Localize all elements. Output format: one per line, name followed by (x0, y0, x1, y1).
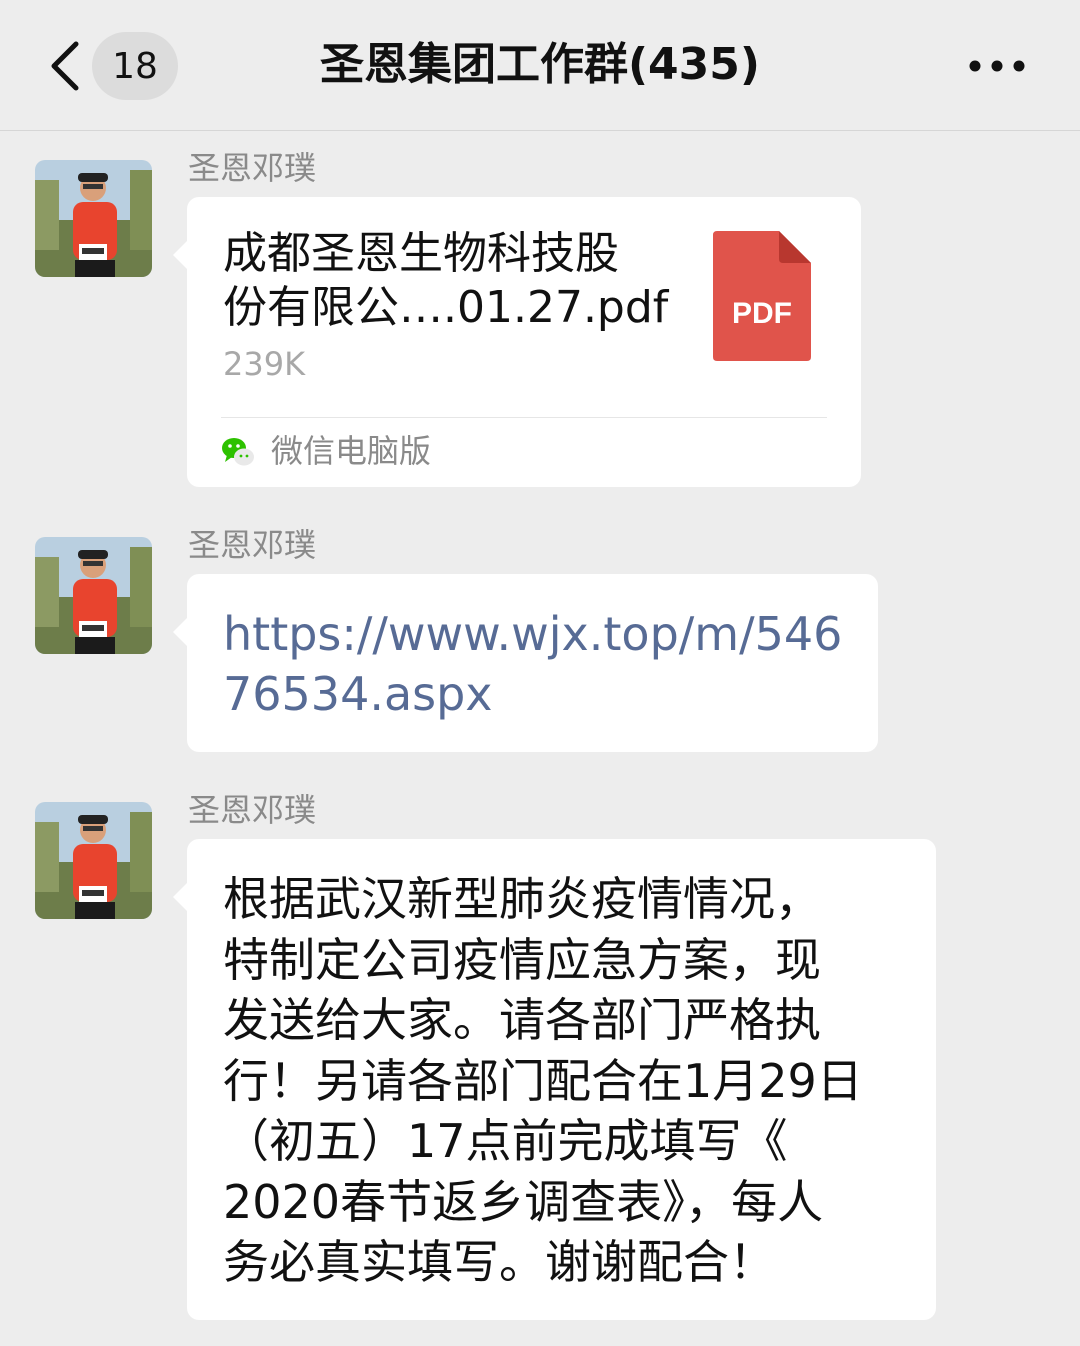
message-line: 行！另请各部门配合在1月29日 (223, 1053, 863, 1108)
file-name-line: 成都圣恩生物科技股 (223, 228, 619, 279)
message-line: 根据武汉新型肺炎疫情情况， (223, 872, 821, 926)
pdf-icon: PDF (713, 231, 811, 361)
text-message-bubble[interactable]: 根据武汉新型肺炎疫情情况， 特制定公司疫情应急方案，现 发送给大家。请各部门严格… (173, 839, 936, 1320)
sender-name: 圣恩邓璞 (188, 149, 317, 187)
file-size: 239K (223, 345, 306, 383)
wechat-icon (221, 435, 255, 469)
message-link[interactable]: https://www.wjx.top/m/54676534.aspx (223, 604, 848, 724)
file-name-line: 份有限公….01.27.pdf (223, 282, 669, 333)
ellipsis-icon (969, 60, 1025, 72)
sender-name: 圣恩邓璞 (188, 526, 317, 564)
divider (221, 417, 827, 418)
chevron-left-icon (51, 41, 79, 91)
avatar-runner-image (35, 537, 152, 654)
avatar-runner-image (35, 160, 152, 277)
sender-name: 圣恩邓璞 (188, 791, 317, 829)
message-line: 2020春节返乡调查表》，每人 (223, 1174, 824, 1229)
back-button[interactable] (40, 36, 90, 96)
avatar[interactable] (35, 802, 152, 919)
message-line: 务必真实填写。谢谢配合！ (223, 1235, 775, 1289)
file-name: 成都圣恩生物科技股 份有限公….01.27.pdf (223, 227, 683, 335)
file-source-label: 微信电脑版 (271, 432, 432, 470)
file-message-bubble[interactable]: 成都圣恩生物科技股 份有限公….01.27.pdf 239K PDF 微信电脑版 (173, 197, 861, 487)
pdf-icon-label: PDF (732, 297, 792, 330)
chat-title: 圣恩集团工作群(435) (319, 39, 761, 90)
avatar[interactable] (35, 537, 152, 654)
nav-bar: 18 圣恩集团工作群(435) (0, 0, 1080, 131)
message-line: 特制定公司疫情应急方案，现 (223, 932, 821, 987)
link-message-bubble: https://www.wjx.top/m/54676534.aspx (173, 574, 878, 752)
avatar-runner-image (35, 802, 152, 919)
unread-count-badge[interactable]: 18 (92, 32, 178, 100)
more-button[interactable] (962, 40, 1032, 92)
message-text: 根据武汉新型肺炎疫情情况， 特制定公司疫情应急方案，现 发送给大家。请各部门严格… (223, 869, 906, 1293)
avatar[interactable] (35, 160, 152, 277)
message-line: （初五）17点前完成填写《 (223, 1114, 788, 1168)
message-line: 发送给大家。请各部门严格执 (223, 993, 821, 1047)
